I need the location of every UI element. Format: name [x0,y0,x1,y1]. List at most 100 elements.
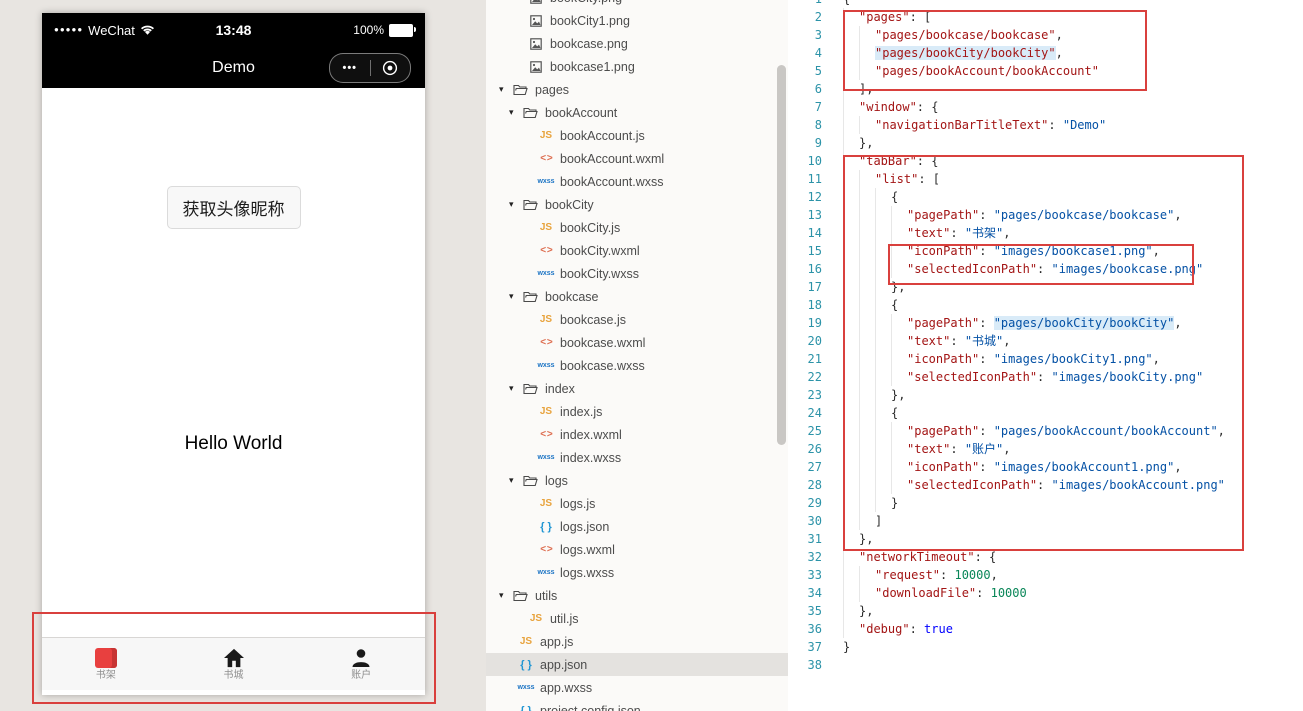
code-line[interactable]: "debug": true [843,620,1303,638]
tree-file-row[interactable]: wxss logs.wxss [486,561,788,584]
code-line[interactable]: "pagePath": "pages/bookAccount/bookAccou… [843,422,1303,440]
get-avatar-nickname-button[interactable]: 获取头像昵称 [166,186,301,229]
js-file-icon: JS [539,222,553,233]
js-file-icon: JS [539,406,553,417]
code-line[interactable] [843,656,1303,674]
file-name-label: logs.wxml [560,542,615,557]
tree-file-row[interactable]: { } app.json [486,653,788,676]
tree-file-row[interactable]: JS util.js [486,607,788,630]
tree-file-row[interactable]: wxss bookAccount.wxss [486,170,788,193]
file-name-label: logs [545,473,568,488]
tree-file-row[interactable]: JS bookAccount.js [486,124,788,147]
code-line[interactable]: }, [843,134,1303,152]
expand-arrow-icon[interactable]: ▾ [509,475,519,486]
tree-file-row[interactable]: bookCity1.png [486,9,788,32]
exit-circle-icon[interactable] [371,60,411,76]
tree-file-row[interactable]: < > bookcase.wxml [486,331,788,354]
tree-file-row[interactable]: wxss index.wxss [486,446,788,469]
code-line[interactable]: "pages/bookCity/bookCity", [843,44,1303,62]
tree-file-row[interactable]: JS index.js [486,400,788,423]
code-line[interactable]: }, [843,602,1303,620]
tree-file-row[interactable]: < > bookCity.wxml [486,239,788,262]
tree-file-row[interactable]: bookCity.png [486,0,788,9]
code-line[interactable]: } [843,494,1303,512]
code-line[interactable]: "pages/bookAccount/bookAccount" [843,62,1303,80]
code-line[interactable]: }, [843,278,1303,296]
file-name-label: bookCity.wxml [560,243,640,258]
tree-file-row[interactable]: wxss bookCity.wxss [486,262,788,285]
code-line[interactable]: "text": "账户", [843,440,1303,458]
tree-folder-row[interactable]: ▾ utils [486,584,788,607]
tree-file-row[interactable]: JS logs.js [486,492,788,515]
code-line[interactable]: "selectedIconPath": "images/bookcase.png… [843,260,1303,278]
tree-folder-row[interactable]: ▾ bookCity [486,193,788,216]
tree-file-row[interactable]: < > bookAccount.wxml [486,147,788,170]
expand-arrow-icon[interactable]: ▾ [509,199,519,210]
code-line[interactable]: ], [843,80,1303,98]
code-line[interactable]: "list": [ [843,170,1303,188]
code-line[interactable]: { [843,296,1303,314]
tree-file-row[interactable]: wxss app.wxss [486,676,788,699]
tree-folder-row[interactable]: ▾ bookAccount [486,101,788,124]
file-name-label: bookAccount.wxss [560,174,664,189]
code-line[interactable]: }, [843,386,1303,404]
code-line[interactable]: "selectedIconPath": "images/bookCity.png… [843,368,1303,386]
line-number: 21 [807,352,822,366]
line-number-gutter: 1234567891011121314151617181920212223242… [788,0,822,674]
expand-arrow-icon[interactable]: ▾ [509,383,519,394]
tab-account[interactable]: 账户 [297,638,425,690]
code-line[interactable]: { [843,188,1303,206]
code-line[interactable]: "tabBar": { [843,152,1303,170]
code-line[interactable]: "selectedIconPath": "images/bookAccount.… [843,476,1303,494]
tree-folder-row[interactable]: ▾ index [486,377,788,400]
code-editor[interactable]: 1234567891011121314151617181920212223242… [788,0,1303,711]
tree-file-row[interactable]: < > index.wxml [486,423,788,446]
code-content[interactable]: {"pages": ["pages/bookcase/bookcase","pa… [843,0,1303,674]
tree-folder-row[interactable]: ▾ logs [486,469,788,492]
tree-file-row[interactable]: JS bookcase.js [486,308,788,331]
code-line[interactable]: "networkTimeout": { [843,548,1303,566]
tab-bookcity[interactable]: 书城 [170,638,298,690]
file-name-label: bookcase.js [560,312,627,327]
code-line[interactable]: "downloadFile": 10000 [843,584,1303,602]
tree-folder-row[interactable]: ▾ pages [486,78,788,101]
code-line[interactable]: { [843,404,1303,422]
code-line[interactable]: "iconPath": "images/bookCity1.png", [843,350,1303,368]
code-line[interactable]: "text": "书架", [843,224,1303,242]
file-name-label: bookCity.wxss [560,266,639,281]
code-line[interactable]: "pages": [ [843,8,1303,26]
code-line[interactable]: ] [843,512,1303,530]
code-line[interactable]: "iconPath": "images/bookAccount1.png", [843,458,1303,476]
more-menu-icon[interactable]: ••• [330,62,370,74]
tree-scrollbar[interactable] [777,65,786,445]
tree-file-row[interactable]: JS bookCity.js [486,216,788,239]
code-line[interactable]: "navigationBarTitleText": "Demo" [843,116,1303,134]
expand-arrow-icon[interactable]: ▾ [509,291,519,302]
code-line[interactable]: { [843,0,1303,8]
tab-bookshelf[interactable]: 书架 [42,638,170,690]
code-line[interactable]: } [843,638,1303,656]
file-name-label: bookAccount.wxml [560,151,665,166]
tree-file-row[interactable]: bookcase.png [486,32,788,55]
code-line[interactable]: "iconPath": "images/bookcase1.png", [843,242,1303,260]
expand-arrow-icon[interactable]: ▾ [509,107,519,118]
code-line[interactable]: "request": 10000, [843,566,1303,584]
tree-file-row[interactable]: { } logs.json [486,515,788,538]
tree-file-row[interactable]: JS app.js [486,630,788,653]
code-line[interactable]: }, [843,530,1303,548]
tree-folder-row[interactable]: ▾ bookcase [486,285,788,308]
tree-file-row[interactable]: bookcase1.png [486,55,788,78]
file-name-label: util.js [550,611,579,626]
code-line[interactable]: "window": { [843,98,1303,116]
code-line[interactable]: "pages/bookcase/bookcase", [843,26,1303,44]
expand-arrow-icon[interactable]: ▾ [499,84,509,95]
capsule-menu[interactable]: ••• [329,53,411,83]
code-line[interactable]: "text": "书城", [843,332,1303,350]
tab-label: 书架 [95,669,116,681]
code-line[interactable]: "pagePath": "pages/bookCity/bookCity", [843,314,1303,332]
code-line[interactable]: "pagePath": "pages/bookcase/bookcase", [843,206,1303,224]
tree-file-row[interactable]: wxss bookcase.wxss [486,354,788,377]
tree-file-row[interactable]: { } project.config.json [486,699,788,711]
expand-arrow-icon[interactable]: ▾ [499,590,509,601]
tree-file-row[interactable]: < > logs.wxml [486,538,788,561]
